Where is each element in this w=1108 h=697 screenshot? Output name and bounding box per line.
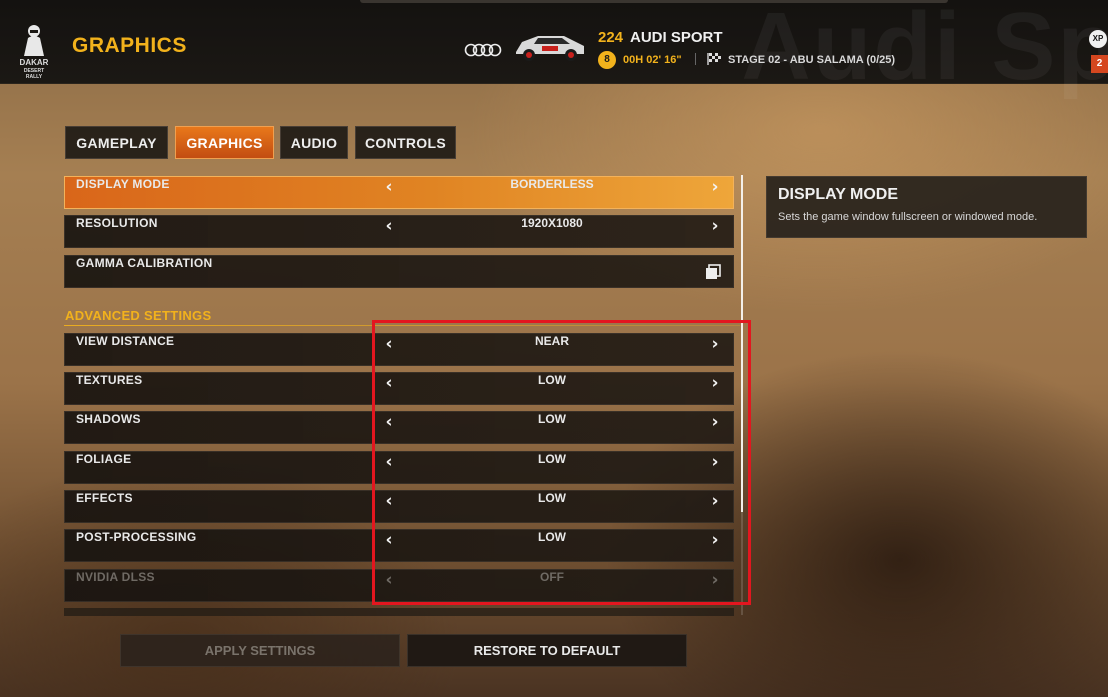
setting-value: 1920X1080: [521, 216, 583, 230]
setting-row-post-processing[interactable]: POST-PROCESSING ‹ LOW ›: [64, 529, 734, 562]
top-bar: Audi Sp DAKAR DESERT RALLY GRAPHICS 224 …: [0, 0, 1108, 100]
scrollbar-thumb[interactable]: [741, 175, 743, 512]
arrow-left-icon[interactable]: ‹: [378, 530, 400, 561]
arrow-right-icon: ›: [711, 570, 719, 590]
logo-subtext: DESERT RALLY: [23, 68, 45, 80]
apply-settings-button[interactable]: APPLY SETTINGS: [120, 634, 400, 667]
setting-value: OFF: [540, 570, 564, 584]
setting-value: LOW: [538, 530, 566, 544]
restore-default-button[interactable]: RESTORE TO DEFAULT: [407, 634, 687, 667]
arrow-left-icon[interactable]: ‹: [378, 412, 400, 443]
arrow-right-icon[interactable]: ›: [704, 177, 726, 208]
tab-gameplay[interactable]: GAMEPLAY: [65, 126, 168, 159]
info-panel: DISPLAY MODE Sets the game window fullsc…: [766, 176, 1087, 238]
advanced-settings-heading: ADVANCED SETTINGS: [65, 308, 212, 323]
dakar-logo: DAKAR DESERT RALLY: [16, 22, 52, 80]
open-window-icon[interactable]: [705, 264, 721, 280]
setting-label: RESOLUTION: [76, 216, 158, 230]
arrow-right-icon[interactable]: ›: [704, 412, 726, 443]
level-badge: 2: [1091, 55, 1108, 73]
stage-name: STAGE 02 - ABU SALAMA (0/25): [728, 54, 896, 66]
arrow-left-icon[interactable]: ‹: [378, 177, 400, 208]
team-watermark: Audi Sp: [741, 0, 1108, 100]
arrow-right-icon[interactable]: ›: [704, 216, 726, 247]
setting-label: EFFECTS: [76, 491, 133, 505]
car-team-name: AUDI SPORT: [630, 29, 723, 46]
arrow-left-icon[interactable]: ‹: [378, 491, 400, 522]
arrow-right-icon[interactable]: ›: [704, 334, 726, 365]
stage-timer: 00H 02' 16": [623, 54, 682, 66]
setting-label: FOLIAGE: [76, 452, 132, 466]
arrow-left-icon[interactable]: ‹: [378, 334, 400, 365]
setting-label: POST-PROCESSING: [76, 530, 197, 544]
setting-row-display-mode[interactable]: DISPLAY MODE ‹ BORDERLESS ›: [64, 176, 734, 209]
header-divider: [695, 53, 696, 65]
info-description: Sets the game window fullscreen or windo…: [778, 211, 1038, 223]
info-title: DISPLAY MODE: [778, 186, 899, 203]
arrow-right-icon[interactable]: ›: [704, 530, 726, 561]
setting-row-nvidia-dlss: NVIDIA DLSS ‹ OFF ›: [64, 569, 734, 602]
timer-icon: 8: [598, 51, 616, 69]
page-title: GRAPHICS: [72, 34, 187, 57]
setting-value: LOW: [538, 373, 566, 387]
setting-row-effects[interactable]: EFFECTS ‹ LOW ›: [64, 490, 734, 523]
setting-label: GAMMA CALIBRATION: [76, 256, 213, 270]
arrow-left-icon[interactable]: ‹: [378, 216, 400, 247]
tab-audio[interactable]: AUDIO: [280, 126, 348, 159]
section-divider: [64, 325, 740, 326]
arrow-right-icon[interactable]: ›: [704, 491, 726, 522]
setting-row-gamma-calibration[interactable]: GAMMA CALIBRATION: [64, 255, 734, 288]
setting-label: NVIDIA DLSS: [76, 570, 155, 584]
setting-value: NEAR: [534, 334, 569, 348]
setting-value: LOW: [538, 412, 566, 426]
arrow-right-icon[interactable]: ›: [704, 452, 726, 483]
setting-row-resolution[interactable]: RESOLUTION ‹ 1920X1080 ›: [64, 215, 734, 248]
audi-rings-icon: [464, 43, 502, 57]
arrow-left-icon[interactable]: ‹: [378, 373, 400, 404]
car-number: 224: [598, 29, 624, 46]
setting-label: TEXTURES: [76, 373, 143, 387]
setting-value: BORDERLESS: [510, 177, 594, 191]
setting-label: DISPLAY MODE: [76, 177, 170, 191]
setting-value: LOW: [538, 452, 566, 466]
logo-text: DAKAR: [19, 58, 49, 67]
setting-label: SHADOWS: [76, 412, 141, 426]
setting-row-partial: [64, 608, 734, 616]
tuareg-logo-icon: [24, 25, 44, 56]
tab-controls[interactable]: CONTROLS: [355, 126, 456, 159]
setting-label: VIEW DISTANCE: [76, 334, 175, 348]
arrow-left-icon[interactable]: ‹: [378, 452, 400, 483]
rally-car-icon: [516, 36, 584, 61]
xp-badge: XP: [1089, 30, 1107, 48]
checkered-flag-icon: [707, 53, 721, 65]
setting-row-foliage[interactable]: FOLIAGE ‹ LOW ›: [64, 451, 734, 484]
setting-row-shadows[interactable]: SHADOWS ‹ LOW ›: [64, 411, 734, 444]
tab-graphics[interactable]: GRAPHICS: [175, 126, 274, 159]
arrow-right-icon[interactable]: ›: [704, 373, 726, 404]
arrow-left-icon: ‹: [385, 570, 393, 590]
setting-row-textures[interactable]: TEXTURES ‹ LOW ›: [64, 372, 734, 405]
setting-value: LOW: [538, 491, 566, 505]
setting-row-view-distance[interactable]: VIEW DISTANCE ‹ NEAR ›: [64, 333, 734, 366]
